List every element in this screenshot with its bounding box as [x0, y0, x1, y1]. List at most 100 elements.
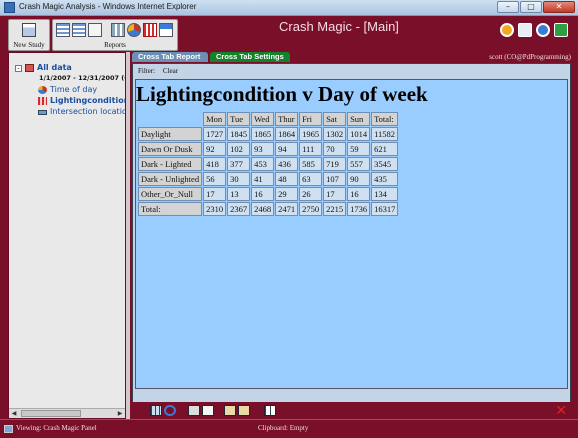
- table-cell: 1302: [323, 127, 347, 141]
- tree-root-label: All data: [37, 63, 72, 72]
- table-cell: 102: [227, 142, 251, 156]
- table-cell: 94: [275, 142, 299, 156]
- filter-bar: Filter: Clear: [133, 64, 570, 77]
- grid-icon[interactable]: [150, 405, 162, 416]
- table-cell: 59: [347, 142, 371, 156]
- scroll-right-icon[interactable]: ▶: [115, 409, 125, 418]
- column-header: Sun: [347, 112, 371, 126]
- column-header: Tue: [227, 112, 251, 126]
- new-study-label: New Study: [13, 41, 45, 49]
- table-cell: 719: [323, 157, 347, 171]
- table-row: Daylight 1727 1845 1865 1864 1965 1302 1…: [138, 127, 399, 141]
- date-range-row[interactable]: 1/1/2007 - 12/31/2007 (Clear): [9, 74, 125, 85]
- tree-root[interactable]: - All data: [9, 63, 125, 74]
- table-cell: 111: [299, 142, 323, 156]
- tree-item-time-of-day[interactable]: Time of day: [9, 85, 125, 96]
- tree-item-label: Time of day: [50, 85, 98, 94]
- table-cell: 41: [251, 172, 275, 186]
- new-study-icon: [22, 23, 36, 37]
- table-cell: 1865: [251, 127, 275, 141]
- exit-icon[interactable]: [554, 23, 568, 37]
- copy-icon[interactable]: [202, 405, 214, 416]
- table-report-icon[interactable]: [111, 23, 125, 37]
- filter-label: Filter:: [138, 67, 156, 75]
- table-cell: 17: [323, 187, 347, 201]
- cross-tab-icon: [38, 97, 47, 105]
- row-header: Total:: [138, 202, 203, 216]
- table-cell: 17: [203, 187, 227, 201]
- new-study-button[interactable]: New Study: [8, 19, 50, 51]
- scroll-left-icon[interactable]: ◀: [9, 409, 19, 418]
- close-window-button[interactable]: ✕: [543, 1, 575, 13]
- scrollbar-thumb[interactable]: [21, 410, 81, 417]
- compass-icon[interactable]: [500, 23, 514, 37]
- export-icon[interactable]: [224, 405, 236, 416]
- table-cell: 453: [251, 157, 275, 171]
- reports-toolbar: Reports: [52, 19, 178, 51]
- table-cell: 63: [299, 172, 323, 186]
- print-icon[interactable]: [188, 405, 200, 416]
- column-header: Mon: [203, 112, 227, 126]
- book-icon[interactable]: [518, 23, 532, 37]
- table-cell: 93: [251, 142, 275, 156]
- tree-item-intersection-list[interactable]: Intersection locationlist: [9, 107, 125, 118]
- row-header: Dawn Or Dusk: [138, 142, 203, 156]
- minimize-button[interactable]: –: [497, 1, 519, 13]
- status-viewing: Viewing: Crash Magic Panel: [16, 424, 97, 432]
- expand-icon[interactable]: -: [15, 65, 22, 72]
- row-header: Daylight: [138, 127, 203, 141]
- table-cell: 48: [275, 172, 299, 186]
- column-header: Sat: [323, 112, 347, 126]
- tree-item-lighting-crosstab[interactable]: Lightingcondition v Day of week: [9, 96, 125, 107]
- help-icon[interactable]: [536, 23, 550, 37]
- table-row: Dark - Unlighted 56 30 41 48 63 107 90 4…: [138, 172, 399, 186]
- table-cell: 1014: [347, 127, 371, 141]
- column-header: Total:: [371, 112, 399, 126]
- table-cell: 436: [275, 157, 299, 171]
- table-cell: 1736: [347, 202, 371, 216]
- table-cell: 377: [227, 157, 251, 171]
- pie-chart-icon: [38, 86, 47, 94]
- tab-cross-tab-settings[interactable]: Cross Tab Settings: [210, 52, 290, 62]
- maximize-button[interactable]: □: [520, 1, 542, 13]
- report-area: Filter: Clear Lightingcondition v Day of…: [132, 63, 571, 405]
- table-cell: 92: [203, 142, 227, 156]
- column-header: Fri: [299, 112, 323, 126]
- table-cell: 3545: [371, 157, 399, 171]
- table-row: Dark - Lighted 418 377 453 436 585 719 5…: [138, 157, 399, 171]
- refresh-icon[interactable]: [164, 405, 176, 416]
- table-cell: 70: [323, 142, 347, 156]
- form-report-icon[interactable]: [159, 23, 173, 37]
- table-cell: 16: [251, 187, 275, 201]
- table-cell: 29: [275, 187, 299, 201]
- table-cell: 2468: [251, 202, 275, 216]
- reports-label: Reports: [104, 41, 126, 49]
- table-cell: 2215: [323, 202, 347, 216]
- table-cell: 1864: [275, 127, 299, 141]
- tab-cross-tab-report[interactable]: Cross Tab Report: [132, 52, 208, 62]
- close-report-icon[interactable]: ✕: [555, 403, 567, 419]
- tree-item-label: Intersection locationlist: [50, 107, 125, 116]
- horizontal-scrollbar[interactable]: ◀ ▶: [9, 408, 125, 418]
- list-report-2-icon[interactable]: [72, 23, 86, 37]
- export-2-icon[interactable]: [238, 405, 250, 416]
- table-row: Total: 2310 2367 2468 2471 2750 2215 173…: [138, 202, 399, 216]
- window-layout-icon[interactable]: [264, 405, 276, 416]
- table-cell: 134: [371, 187, 399, 201]
- table-cell: 26: [299, 187, 323, 201]
- report-view: Lightingcondition v Day of week Mon Tue …: [135, 79, 568, 389]
- table-cell: 2367: [227, 202, 251, 216]
- cross-tab-report-icon[interactable]: [143, 23, 157, 37]
- filter-icon[interactable]: [136, 405, 148, 416]
- diagram-report-icon[interactable]: [88, 23, 102, 37]
- cross-tab-table: Mon Tue Wed Thur Fri Sat Sun Total: Dayl…: [137, 111, 399, 217]
- pie-chart-report-icon[interactable]: [127, 23, 141, 37]
- column-header: Thur: [275, 112, 299, 126]
- table-cell: 1727: [203, 127, 227, 141]
- filter-clear-link[interactable]: Clear: [163, 67, 178, 75]
- ie-app-icon: [4, 2, 15, 13]
- report-toolbar: ✕: [130, 402, 573, 419]
- table-cell: 13: [227, 187, 251, 201]
- table-cell: 435: [371, 172, 399, 186]
- list-report-icon[interactable]: [56, 23, 70, 37]
